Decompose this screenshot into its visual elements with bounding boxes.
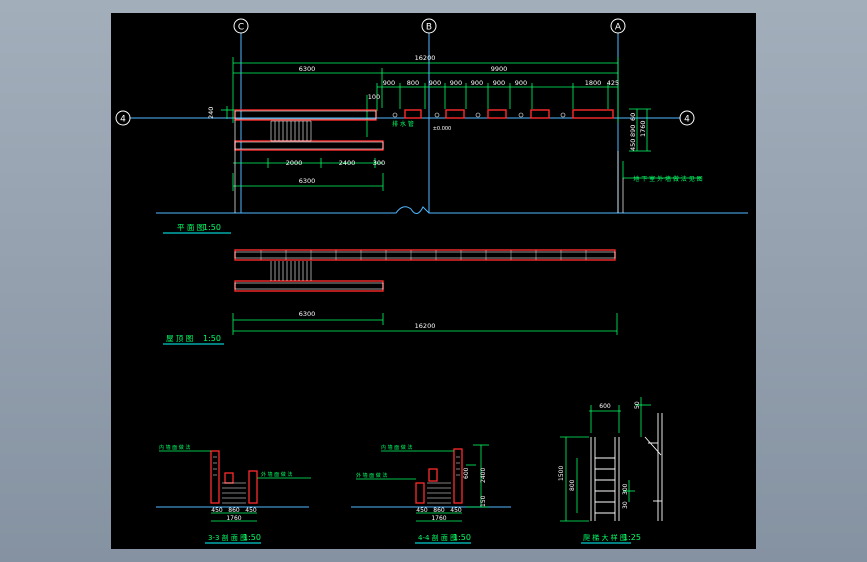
axis-bubbles xyxy=(115,18,695,126)
svg-text:1800: 1800 xyxy=(585,79,602,87)
svg-text:425: 425 xyxy=(607,79,619,87)
svg-text:1760: 1760 xyxy=(226,515,241,522)
svg-text:外 墙 面 做 法: 外 墙 面 做 法 xyxy=(356,472,387,479)
svg-text:450: 450 xyxy=(416,507,428,514)
svg-text:900: 900 xyxy=(450,79,462,87)
svg-text:内 墙 面 做 法: 内 墙 面 做 法 xyxy=(159,444,190,451)
plan-dimensions xyxy=(221,57,701,191)
svg-text:6300: 6300 xyxy=(299,65,316,73)
svg-text:2400: 2400 xyxy=(339,159,356,167)
svg-text:900: 900 xyxy=(471,79,483,87)
axis-label-b: B xyxy=(426,23,432,33)
plan-wall-lower xyxy=(234,140,384,151)
ladder-detail: 600 1500 800 300 30 50 爬 梯 大 样 图 1:25 xyxy=(558,397,663,544)
roof-title: 屋 顶 图 xyxy=(166,334,193,343)
svg-text:内 墙 面 做 法: 内 墙 面 做 法 xyxy=(381,444,412,451)
svg-text:2400: 2400 xyxy=(480,468,487,483)
axis-label-4-right: 4 xyxy=(684,115,690,125)
svg-text:860: 860 xyxy=(433,507,445,514)
roof-scale: 1:50 xyxy=(203,334,221,343)
plan-walls xyxy=(234,109,614,151)
svg-text:60: 60 xyxy=(629,113,637,121)
svg-text:900: 900 xyxy=(515,79,527,87)
svg-text:排 水 管: 排 水 管 xyxy=(392,120,414,128)
axis-label-4-left: 4 xyxy=(120,115,126,125)
svg-text:16200: 16200 xyxy=(415,322,436,330)
svg-text:890: 890 xyxy=(629,125,637,137)
svg-text:900: 900 xyxy=(383,79,395,87)
svg-text:1760: 1760 xyxy=(639,120,647,137)
ladder-title: 爬 梯 大 样 图 xyxy=(583,533,627,542)
svg-text:450: 450 xyxy=(629,139,637,151)
svg-text:450: 450 xyxy=(211,507,223,514)
svg-text:450: 450 xyxy=(245,507,257,514)
svg-text:150: 150 xyxy=(480,495,487,507)
svg-text:600: 600 xyxy=(463,467,470,479)
roof-wall-long xyxy=(234,249,616,261)
section-left-title: 3-3 剖 面 图 xyxy=(208,533,247,542)
svg-text:1:25: 1:25 xyxy=(623,533,641,542)
svg-text:9900: 9900 xyxy=(491,65,508,73)
svg-text:2000: 2000 xyxy=(286,159,303,167)
svg-text:450: 450 xyxy=(450,507,462,514)
roof-walls xyxy=(234,249,616,292)
svg-text:800: 800 xyxy=(569,479,576,491)
svg-text:30: 30 xyxy=(622,501,629,509)
svg-text:1760: 1760 xyxy=(431,515,446,522)
svg-text:100: 100 xyxy=(368,93,380,101)
svg-text:240: 240 xyxy=(207,107,215,119)
plan-stairs xyxy=(270,120,312,142)
plan-ground-line xyxy=(156,206,748,214)
plan-scale: 1:50 xyxy=(203,223,221,232)
drawing-canvas[interactable]: C B A 4 4 16200 6300 9900 900 800 900 90… xyxy=(111,13,756,549)
svg-text:50: 50 xyxy=(634,401,641,409)
svg-text:860: 860 xyxy=(228,507,240,514)
axis-label-c: C xyxy=(238,23,244,33)
svg-text:6300: 6300 xyxy=(299,310,316,318)
svg-text:300: 300 xyxy=(373,159,385,167)
roof-wall-short xyxy=(234,280,384,292)
svg-text:6300: 6300 xyxy=(299,177,316,185)
plan-title: 平 面 图 xyxy=(177,223,204,232)
svg-text:外 墙 面 做 法: 外 墙 面 做 法 xyxy=(261,471,292,478)
svg-text:1:50: 1:50 xyxy=(243,533,261,542)
axis-label-a: A xyxy=(615,23,622,33)
svg-text:地 下 室 外 墙 做 法 见 图: 地 下 室 外 墙 做 法 见 图 xyxy=(633,175,702,183)
section-right-title: 4-4 剖 面 图 xyxy=(418,533,457,542)
svg-text:1:50: 1:50 xyxy=(453,533,471,542)
svg-text:300: 300 xyxy=(622,483,629,495)
svg-text:900: 900 xyxy=(429,79,441,87)
svg-text:600: 600 xyxy=(599,403,611,410)
svg-text:900: 900 xyxy=(493,79,505,87)
svg-text:±0.000: ±0.000 xyxy=(433,126,452,132)
svg-text:1500: 1500 xyxy=(558,466,565,481)
roof-stairs xyxy=(270,261,312,281)
section-left: 内 墙 面 做 法 外 墙 面 做 法 450 860 450 1760 3-3… xyxy=(156,444,311,544)
svg-text:800: 800 xyxy=(407,79,419,87)
svg-text:16200: 16200 xyxy=(415,54,436,62)
section-right: 内 墙 面 做 法 外 墙 面 做 法 450 860 450 1760 600… xyxy=(351,444,511,544)
